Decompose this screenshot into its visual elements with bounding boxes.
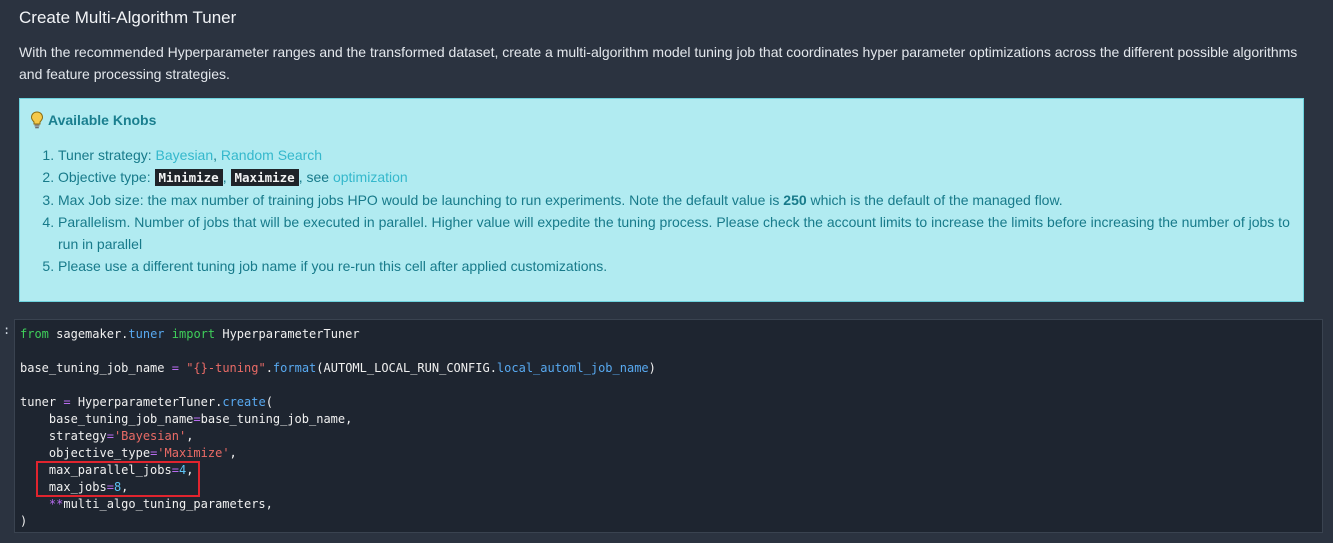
- code-cell[interactable]: from sagemaker. tuner import Hyperparamet…: [14, 319, 1323, 533]
- separator: ,: [213, 147, 221, 163]
- attr-job-name: local_automl_job_name: [496, 361, 649, 375]
- knob-item-strategy: Tuner strategy: Bayesian, Random Search: [58, 144, 1308, 166]
- knob-item-objective: Objective type: Minimize, Maximize, see …: [58, 166, 1308, 189]
- code-minimize: Minimize: [154, 169, 223, 186]
- default-value: 250: [783, 192, 807, 208]
- knob-label: Objective type:: [58, 169, 155, 185]
- op-eq: =: [171, 361, 179, 375]
- knob-item-job-name: Please use a different tuning job name i…: [58, 255, 1308, 277]
- config-var: AUTOML_LOCAL_RUN_CONFIG: [323, 361, 490, 375]
- knob-text-tail: which is the default of the managed flow…: [806, 192, 1063, 208]
- module-tuner: tuner: [128, 327, 165, 341]
- knobs-list: Tuner strategy: Bayesian, Random Search …: [38, 144, 1308, 277]
- lightbulb-icon: [30, 111, 44, 129]
- kw-import: import: [171, 327, 216, 341]
- val-strategy: 'Bayesian': [113, 429, 187, 443]
- class-name: HyperparameterTuner: [77, 395, 216, 409]
- op-star: **: [48, 497, 64, 511]
- dot: .: [489, 361, 497, 375]
- section-description: With the recommended Hyperparameter rang…: [19, 44, 1298, 82]
- var-base-name: base_tuning_job_name: [20, 361, 165, 375]
- arg-objective: objective_type: [48, 446, 151, 460]
- val-base-name: base_tuning_job_name: [200, 412, 346, 426]
- knob-item-parallelism: Parallelism. Number of jobs that will be…: [58, 211, 1308, 255]
- bayesian-link[interactable]: Bayesian: [156, 147, 214, 163]
- optimization-link[interactable]: optimization: [333, 169, 408, 185]
- cell-prompt: :: [3, 323, 11, 337]
- class-name: HyperparameterTuner: [222, 327, 360, 341]
- fn-create: create: [222, 395, 266, 409]
- arg-multi-algo: multi_algo_tuning_parameters: [63, 497, 266, 511]
- close-paren: ): [20, 514, 28, 528]
- var-tuner: tuner: [20, 395, 57, 409]
- knobs-heading: Available Knobs: [30, 111, 156, 129]
- knob-label: Tuner strategy:: [58, 147, 156, 163]
- knobs-heading-text: Available Knobs: [48, 112, 157, 128]
- code-maximize: Maximize: [230, 169, 299, 186]
- separator: ,: [222, 169, 231, 185]
- random-search-link[interactable]: Random Search: [221, 147, 322, 163]
- op-eq: =: [106, 429, 114, 443]
- op-eq: =: [63, 395, 71, 409]
- op-eq: =: [193, 412, 201, 426]
- fn-format: format: [272, 361, 317, 375]
- knob-item-max-job: Max Job size: the max number of training…: [58, 189, 1308, 211]
- string-format: "{}-tuning": [186, 361, 266, 375]
- section-title: Create Multi-Algorithm Tuner: [19, 8, 237, 27]
- see-text: , see: [298, 169, 333, 185]
- highlight-box: [36, 461, 200, 497]
- available-knobs-alert: Available Knobs Tuner strategy: Bayesian…: [19, 98, 1304, 302]
- arg-base-name: base_tuning_job_name: [48, 412, 194, 426]
- arg-strategy: strategy: [48, 429, 107, 443]
- knob-text: Max Job size: the max number of training…: [58, 192, 784, 208]
- dot: .: [265, 361, 273, 375]
- val-objective: 'Maximize': [157, 446, 230, 460]
- kw-from: from: [20, 327, 49, 341]
- module-sagemaker: sagemaker: [56, 327, 122, 341]
